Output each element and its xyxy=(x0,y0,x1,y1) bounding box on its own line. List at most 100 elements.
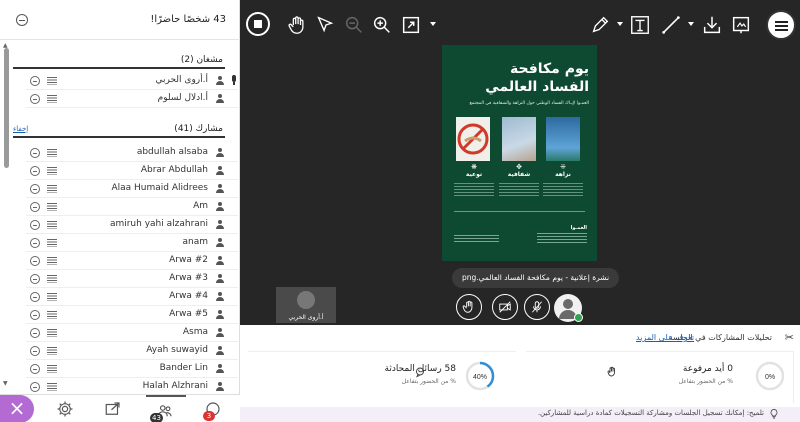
chat-tab-button[interactable]: 3 xyxy=(194,395,234,422)
more-options-icon[interactable] xyxy=(30,184,40,194)
fit-screen-icon xyxy=(402,16,420,34)
list-item[interactable]: Alaa Humaid Alidrees xyxy=(26,180,238,198)
scroll-down-arrow-icon[interactable]: ▼ xyxy=(3,380,8,387)
zoom-in-button[interactable] xyxy=(371,14,393,36)
participant-video-tile[interactable]: أ.أروى الحربي xyxy=(276,287,336,323)
close-panel-button[interactable]: × xyxy=(0,395,34,422)
poster-body-text xyxy=(454,183,494,197)
collapse-panel-icon[interactable] xyxy=(16,14,28,26)
poster-footer-text xyxy=(537,233,587,243)
lightbulb-icon xyxy=(770,409,778,419)
list-item[interactable]: Bander Lin xyxy=(26,360,238,378)
chevron-down-icon[interactable] xyxy=(617,22,623,26)
raise-hand-button[interactable] xyxy=(456,294,482,320)
video-tile-name: أ.أروى الحربي xyxy=(288,314,324,321)
more-options-icon[interactable] xyxy=(30,202,40,212)
list-item[interactable]: anam xyxy=(26,234,238,252)
text-tool-button[interactable] xyxy=(629,14,651,36)
select-tool-button[interactable] xyxy=(314,14,336,36)
camera-off-icon xyxy=(47,203,57,211)
person-icon xyxy=(216,220,224,230)
raise-hand-icon xyxy=(607,366,615,377)
pen-icon xyxy=(592,16,609,33)
fit-to-screen-button[interactable] xyxy=(400,14,422,36)
scrollbar[interactable] xyxy=(4,48,9,388)
poster-symbol: ⁜ xyxy=(560,163,566,171)
poster-title: يوم مكافحة xyxy=(510,61,589,77)
list-item[interactable]: Arwa #5 xyxy=(26,306,238,324)
zoom-out-button[interactable] xyxy=(343,14,365,36)
download-button[interactable] xyxy=(701,14,723,36)
person-icon xyxy=(216,274,224,284)
person-icon xyxy=(216,166,224,176)
list-item[interactable]: أ.ادلال لسلوم xyxy=(26,90,238,108)
pen-tool-button[interactable] xyxy=(589,14,611,36)
chat-percent-text: 40% xyxy=(473,374,487,381)
scrollbar-thumb[interactable] xyxy=(4,48,9,168)
attendees-tab-button[interactable]: 43 xyxy=(146,395,186,422)
pan-tool-button[interactable] xyxy=(286,14,308,36)
attendees-panel: 43 شخصًا حاضرًا! ▲ ▼ مشغان (2) أ.أروى ال… xyxy=(0,0,240,422)
more-options-icon[interactable] xyxy=(30,292,40,302)
camera-toggle-button[interactable] xyxy=(492,294,518,320)
raise-hand-icon xyxy=(462,300,473,313)
list-item[interactable]: Arwa #2 xyxy=(26,252,238,270)
microphone-toggle-button[interactable] xyxy=(524,294,550,320)
list-item[interactable]: Arwa #3 xyxy=(26,270,238,288)
poster-image-no-bribe xyxy=(456,117,490,161)
learn-more-link[interactable]: تعرف على المزيد xyxy=(636,333,694,342)
more-options-icon[interactable] xyxy=(30,346,40,356)
chat-messages-card: 40% 58 رسائل المحادثة % من الحضور بتفاعل xyxy=(248,351,516,403)
list-item[interactable]: Am xyxy=(26,198,238,216)
more-options-icon[interactable] xyxy=(30,166,40,176)
list-item[interactable]: أ.أروى الحربي xyxy=(26,72,238,90)
hands-percent-ring: 0% xyxy=(755,361,785,391)
settings-button[interactable] xyxy=(46,395,86,422)
chat-messages-sub: % من الحضور بتفاعل xyxy=(401,378,456,385)
more-options-icon[interactable] xyxy=(30,328,40,338)
poster-item-label: توعية xyxy=(465,171,483,178)
more-options-icon[interactable] xyxy=(30,94,40,104)
list-item[interactable]: Asma xyxy=(26,324,238,342)
attendee-name: أ.ادلال لسلوم xyxy=(157,93,208,103)
list-item[interactable]: amiruh yahi alzahrani xyxy=(26,216,238,234)
more-options-icon[interactable] xyxy=(30,238,40,248)
raised-hands-card: 0% 0 أيد مرفوعة % من الحضور بتفاعل xyxy=(526,351,794,403)
more-options-icon[interactable] xyxy=(30,382,40,392)
chevron-down-icon[interactable] xyxy=(688,22,694,26)
more-options-icon[interactable] xyxy=(30,274,40,284)
more-options-icon[interactable] xyxy=(30,76,40,86)
more-options-icon[interactable] xyxy=(30,364,40,374)
more-options-icon[interactable] xyxy=(30,310,40,320)
person-icon xyxy=(216,292,224,302)
poster-body-text xyxy=(543,183,583,197)
close-icon[interactable]: ✂ xyxy=(785,331,794,344)
more-options-icon[interactable] xyxy=(30,256,40,266)
hands-percent-text: 0% xyxy=(765,374,775,381)
menu-icon-bar xyxy=(775,29,788,31)
camera-off-icon xyxy=(47,185,57,193)
attendees-count-badge: 43 xyxy=(150,413,163,422)
camera-off-icon xyxy=(499,301,511,313)
share-content-button[interactable] xyxy=(94,395,134,422)
line-tool-button[interactable] xyxy=(660,14,682,36)
list-item[interactable]: Ayah suwayid xyxy=(26,342,238,360)
camera-off-icon xyxy=(47,257,57,265)
list-item[interactable]: Abrar Abdullah xyxy=(26,162,238,180)
list-item[interactable]: abdullah alsaba xyxy=(26,144,238,162)
engagement-analytics: ✂ تحليلات المشاركات في الجلسة تعرف على ا… xyxy=(240,325,800,422)
hide-participants-link[interactable]: إخفاء xyxy=(13,125,28,133)
session-menu-button[interactable] xyxy=(766,10,796,40)
poster-subtitle: العمـوا لإيـاك الفساد الوطني حول النزاهة… xyxy=(469,101,589,106)
more-options-icon[interactable] xyxy=(30,148,40,158)
list-item[interactable]: Arwa #4 xyxy=(26,288,238,306)
poster-image-scale xyxy=(546,117,580,161)
chevron-down-icon[interactable] xyxy=(430,22,436,26)
more-options-icon[interactable] xyxy=(30,220,40,230)
zoom-out-icon xyxy=(345,16,362,33)
gear-icon xyxy=(57,401,73,417)
whiteboard-button[interactable] xyxy=(730,14,752,36)
person-icon xyxy=(216,148,224,158)
stop-sharing-button[interactable] xyxy=(246,12,270,36)
chat-percent-ring: 40% xyxy=(465,361,495,391)
